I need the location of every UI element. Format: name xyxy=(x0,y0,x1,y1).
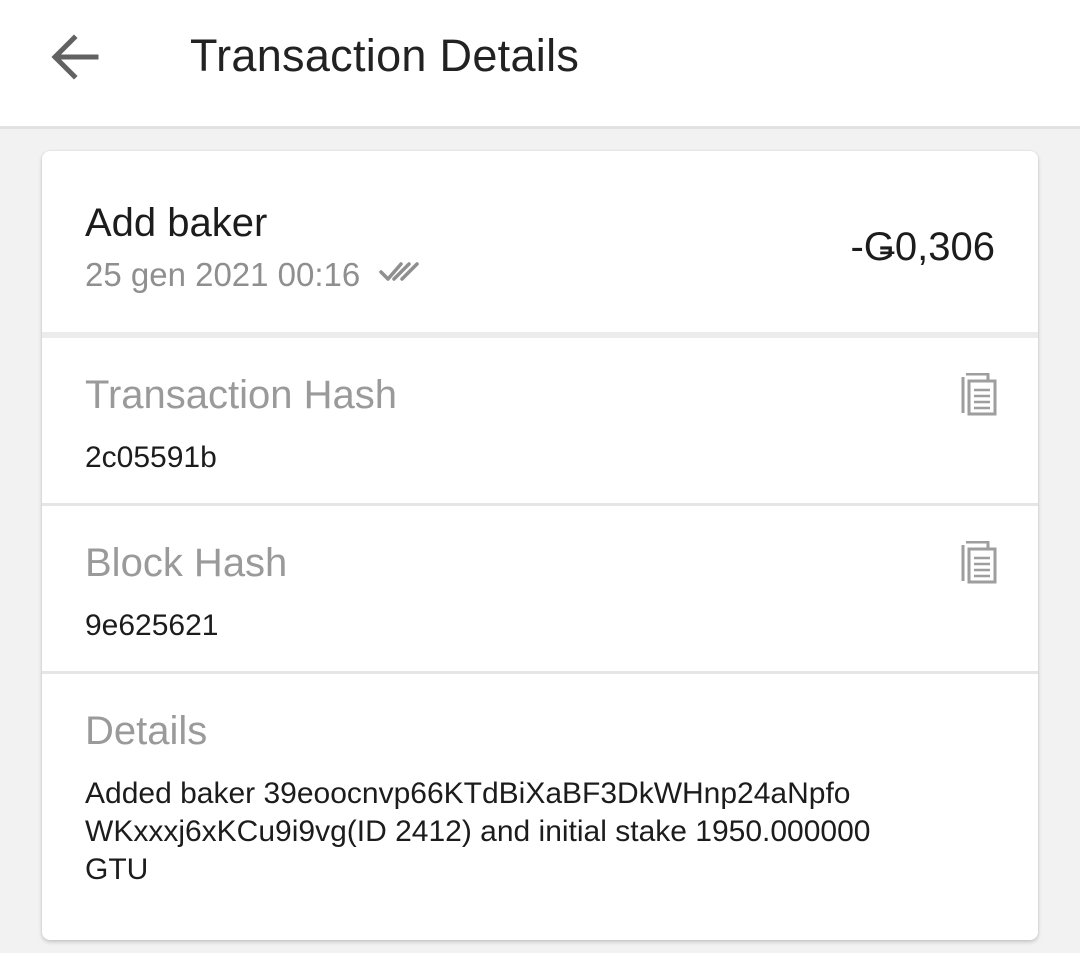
details-line: GTU xyxy=(85,853,149,886)
details-label: Details xyxy=(85,709,208,753)
details-line: WKxxxj6xKCu9i9vg(ID 2412) and initial st… xyxy=(85,815,871,848)
block-hash-section: Block Hash 9e625621 xyxy=(42,506,1038,671)
transaction-hash-value[interactable]: 2c05591b xyxy=(85,441,217,475)
arrow-back-icon xyxy=(44,25,104,89)
transaction-hash-label: Transaction Hash xyxy=(85,373,397,417)
transaction-card: Add baker 25 gen 2021 00:16 -Ǥ0,306 Tran… xyxy=(42,151,1038,940)
app-bar: Transaction Details xyxy=(0,0,1080,129)
back-button[interactable] xyxy=(44,25,104,89)
block-hash-label: Block Hash xyxy=(85,541,288,585)
details-line: Added baker 39eoocnvp66KTdBiXaBF3DkWHnp2… xyxy=(85,777,851,810)
page-title: Transaction Details xyxy=(190,30,580,81)
block-hash-value[interactable]: 9e625621 xyxy=(85,609,218,643)
transaction-amount: -Ǥ0,306 xyxy=(850,225,995,269)
double-check-icon xyxy=(379,259,421,285)
transaction-hash-section: Transaction Hash 2c05591b xyxy=(42,338,1038,503)
copy-icon xyxy=(960,372,998,421)
transaction-date: 25 gen 2021 00:16 xyxy=(85,256,361,293)
copy-icon xyxy=(960,540,998,589)
details-text: Added baker 39eoocnvp66KTdBiXaBF3DkWHnp2… xyxy=(85,775,985,889)
transaction-summary: Add baker 25 gen 2021 00:16 -Ǥ0,306 xyxy=(42,151,1038,332)
transaction-type: Add baker xyxy=(85,201,268,245)
copy-transaction-hash-button[interactable] xyxy=(960,372,998,417)
copy-block-hash-button[interactable] xyxy=(960,540,998,585)
